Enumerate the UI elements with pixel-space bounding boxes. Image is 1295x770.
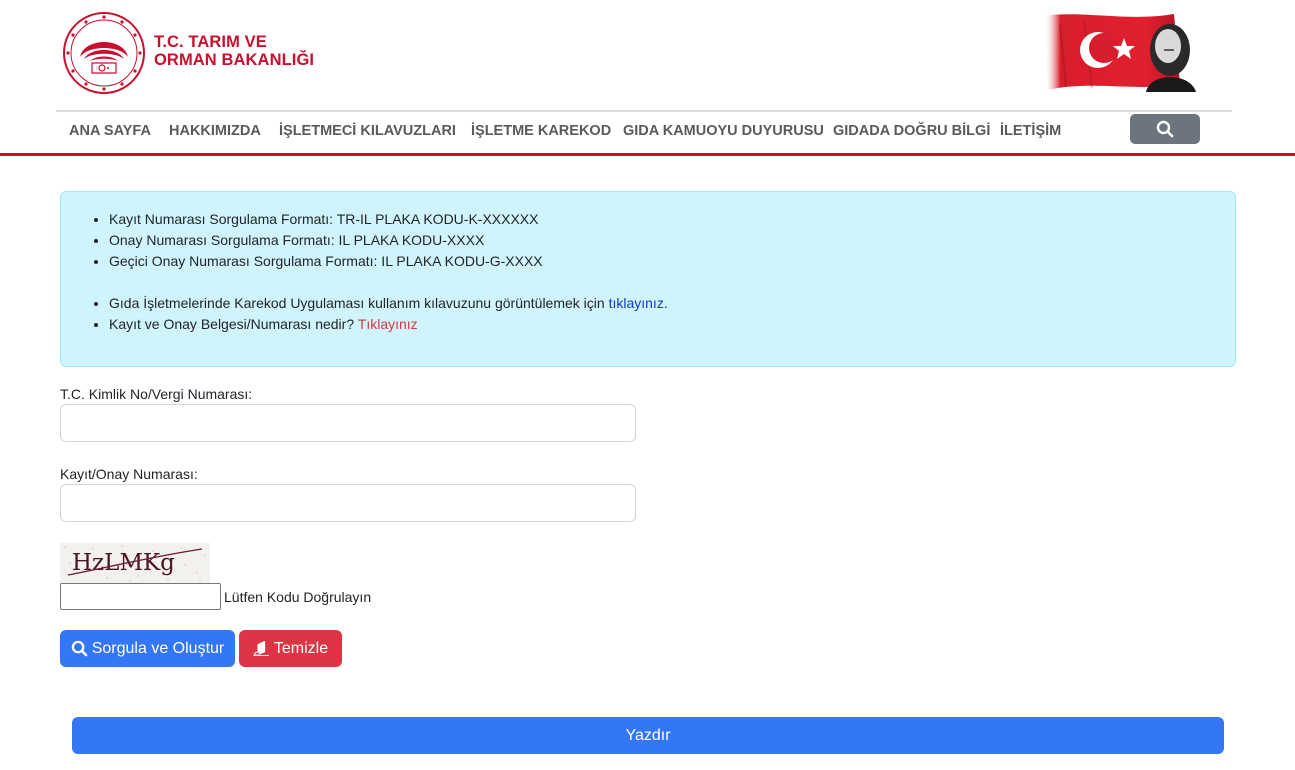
nav-item-gida-kamuoyu-duyurusu[interactable]: GIDA KAMUOYU DUYURUSU [623, 123, 824, 139]
karekod-guide-link[interactable]: tıklayınız. [609, 295, 668, 311]
info-item-onay-format: Onay Numarası Sorgulama Formatı: IL PLAK… [109, 230, 668, 251]
yazdir-label: Yazdır [625, 726, 671, 744]
info-item-gecici-onay-format: Geçici Onay Numarası Sorgulama Formatı: … [109, 251, 668, 272]
eraser-icon [252, 641, 269, 656]
temizle-button[interactable]: Temizle [239, 630, 342, 667]
captcha-input[interactable] [60, 583, 221, 610]
nav-item-iletisim[interactable]: İLETİŞİM [1000, 123, 1061, 139]
belge-nedir-link[interactable]: Tıklayınız [358, 316, 418, 332]
info-item-belge-nedir: Kayıt ve Onay Belgesi/Numarası nedir? Tı… [109, 314, 668, 335]
sorgula-olustur-button[interactable]: Sorgula ve Oluştur [60, 630, 235, 667]
tc-kimlik-label: T.C. Kimlik No/Vergi Numarası: [60, 386, 253, 402]
brand-title[interactable]: T.C. TARIM VE ORMAN BAKANLIĞI [154, 33, 314, 69]
site-header: T.C. TARIM VE ORMAN BAKANLIĞI [0, 0, 1295, 110]
tc-kimlik-input[interactable] [60, 404, 636, 442]
info-item-kayit-format: Kayıt Numarası Sorgulama Formatı: TR-IL … [109, 209, 668, 230]
nav-item-ana-sayfa[interactable]: ANA SAYFA [69, 123, 151, 139]
info-list: Kayıt Numarası Sorgulama Formatı: TR-IL … [109, 209, 668, 335]
nav-item-isletmeci-kilavuzlari[interactable]: İŞLETMECİ KILAVUZLARI [279, 123, 456, 139]
search-button[interactable] [1130, 114, 1200, 144]
nav-red-divider [0, 153, 1295, 156]
info-alert: Kayıt Numarası Sorgulama Formatı: TR-IL … [60, 191, 1236, 367]
kayit-onay-input[interactable] [60, 484, 636, 522]
captcha-label: Lütfen Kodu Doğrulayın [224, 589, 372, 605]
info-item-karekod-guide: Gıda İşletmelerinde Karekod Uygulaması k… [109, 293, 668, 314]
nav-item-hakkimizda[interactable]: HAKKIMIZDA [169, 123, 261, 139]
info-karekod-text: Gıda İşletmelerinde Karekod Uygulaması k… [109, 295, 609, 311]
captcha-image: HzLMKg [60, 543, 210, 583]
main-nav: ANA SAYFA HAKKIMIZDA İŞLETMECİ KILAVUZLA… [56, 112, 1232, 152]
search-icon [1156, 120, 1174, 138]
temizle-label: Temizle [273, 639, 329, 657]
nav-item-gidada-dogru-bilgi[interactable]: GIDADA DOĞRU BİLGİ [833, 123, 990, 139]
nav-item-isletme-karekod[interactable]: İŞLETME KAREKOD [471, 123, 611, 139]
page: T.C. TARIM VE ORMAN BAKANLIĞI ANA SAYFA … [0, 0, 1295, 770]
kayit-onay-label: Kayıt/Onay Numarası: [60, 466, 198, 482]
ministry-logo-icon[interactable] [62, 11, 146, 95]
sorgula-olustur-label: Sorgula ve Oluştur [91, 639, 225, 657]
search-icon [71, 640, 88, 657]
brand-line1: T.C. TARIM VE [154, 33, 267, 51]
yazdir-button[interactable]: Yazdır [72, 717, 1224, 754]
turkish-flag-portrait-icon [1044, 14, 1196, 92]
brand-line2: ORMAN BAKANLIĞI [154, 51, 315, 69]
info-belge-text: Kayıt ve Onay Belgesi/Numarası nedir? [109, 316, 358, 332]
